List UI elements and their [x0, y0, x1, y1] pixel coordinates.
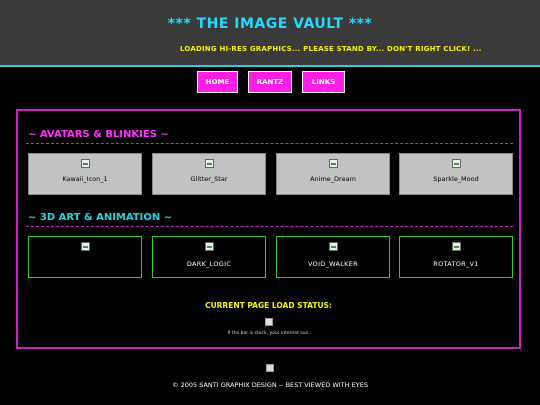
avatars-section-divider	[26, 143, 513, 144]
broken-image-icon	[452, 242, 461, 251]
broken-image-icon	[205, 242, 214, 251]
avatar-tile-kawaii-icon[interactable]: Kawaii_Icon_1	[28, 153, 142, 195]
broken-image-icon	[329, 159, 338, 168]
site-header: *** THE IMAGE VAULT *** LOADING HI-RES G…	[0, 0, 540, 67]
loading-marquee: LOADING HI-RES GRAPHICS... PLEASE STAND …	[180, 45, 482, 53]
broken-image-icon	[329, 242, 338, 251]
avatar-tile-glitter-star[interactable]: Glitter_Star	[152, 153, 266, 195]
tile-caption: Kawaii_Icon_1	[62, 175, 108, 183]
art-tile-rotator-v1[interactable]: ROTATOR_V1	[399, 236, 513, 278]
tile-caption: Anime_Dream	[310, 175, 356, 183]
broken-image-icon	[81, 159, 90, 168]
art-tile-dark-logic[interactable]: DARK_LOGIC	[152, 236, 266, 278]
tile-caption: Sparkle_Mood	[433, 175, 479, 183]
loading-bar-broken-image-icon	[265, 318, 273, 326]
nav-rantz-button[interactable]: RANTZ	[248, 71, 292, 93]
nav-home-button[interactable]: HOME	[197, 71, 238, 93]
broken-image-icon	[205, 159, 214, 168]
nav-links-button[interactable]: LINKS	[302, 71, 345, 93]
avatar-tile-sparkle-mood[interactable]: Sparkle_Mood	[399, 153, 513, 195]
main-nav: HOME RANTZ LINKS	[0, 71, 540, 93]
broken-image-icon	[81, 242, 90, 251]
avatars-section-title: ~ AVATARS & BLINKIES ~	[28, 129, 169, 140]
broken-image-icon	[452, 159, 461, 168]
tile-caption: ROTATOR_V1	[433, 260, 479, 268]
avatar-tile-anime-dream[interactable]: Anime_Dream	[276, 153, 390, 195]
art3d-section-divider	[26, 226, 513, 227]
tile-caption: DARK_LOGIC	[186, 260, 232, 268]
load-status-note: If the bar is stuck, your internet sux.	[227, 331, 310, 336]
tile-caption: VOID_WALKER	[308, 260, 358, 268]
art3d-section-title: ~ 3D ART & ANIMATION ~	[28, 212, 173, 223]
footer-broken-image-icon	[266, 364, 274, 372]
tile-caption: Glitter_Star	[190, 175, 228, 183]
site-title: *** THE IMAGE VAULT ***	[167, 16, 373, 32]
gallery-panel: ~ AVATARS & BLINKIES ~ Kawaii_Icon_1 Gli…	[16, 109, 521, 349]
load-status-title: CURRENT PAGE LOAD STATUS:	[205, 301, 332, 310]
footer-copyright: © 2005 SANTI GRAPHIX DESIGN -- BEST VIEW…	[172, 381, 368, 389]
art-tile-1[interactable]	[28, 236, 142, 278]
art-tile-void-walker[interactable]: VOID_WALKER	[276, 236, 390, 278]
